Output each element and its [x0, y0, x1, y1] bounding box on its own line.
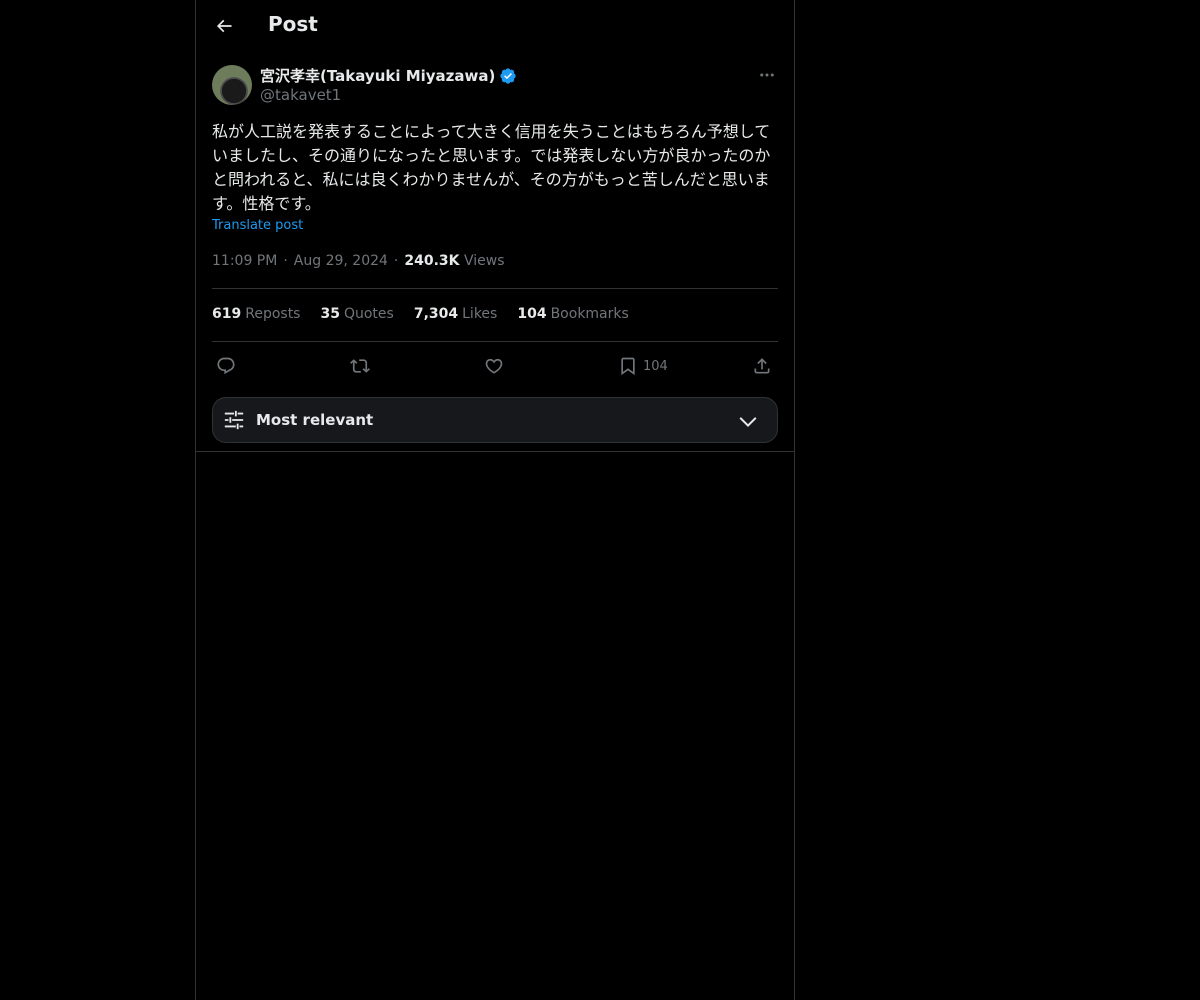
- repost-button[interactable]: [350, 353, 370, 379]
- sort-label: Most relevant: [256, 411, 374, 429]
- more-dots-icon: [760, 73, 774, 77]
- views-label: Views: [463, 253, 505, 269]
- stat-likes[interactable]: 7,304 Likes: [414, 306, 498, 322]
- page-header: Post: [196, 0, 794, 54]
- action-bar: 104: [212, 353, 778, 379]
- author-display-name[interactable]: 宮沢孝幸(Takayuki Miyazawa): [260, 65, 495, 86]
- stat-label: Quotes: [343, 306, 394, 322]
- share-button[interactable]: [752, 353, 772, 379]
- divider: [212, 288, 778, 289]
- verified-badge-icon[interactable]: [499, 67, 517, 85]
- page-title: Post: [268, 12, 318, 36]
- views-count: 240.3K: [404, 253, 460, 269]
- stat-label: Bookmarks: [550, 306, 629, 322]
- stat-count: 619: [212, 306, 242, 322]
- post-date[interactable]: Aug 29, 2024: [294, 253, 388, 269]
- share-icon: [754, 358, 770, 374]
- arrow-left-icon: [216, 19, 232, 33]
- divider: [212, 341, 778, 342]
- author-name-row[interactable]: 宮沢孝幸(Takayuki Miyazawa): [260, 65, 517, 86]
- post-time[interactable]: 11:09 PM: [212, 253, 277, 269]
- stat-count: 104: [517, 306, 547, 322]
- post-meta: 11:09 PM · Aug 29, 2024 · 240.3K Views: [212, 253, 505, 269]
- translate-post-link[interactable]: Translate post: [212, 218, 303, 233]
- stat-label: Reposts: [245, 306, 301, 322]
- stat-count: 7,304: [413, 306, 459, 322]
- avatar[interactable]: [212, 65, 252, 105]
- meta-separator: ·: [393, 253, 399, 269]
- chevron-down-icon: [739, 417, 757, 428]
- divider: [196, 451, 794, 452]
- post-text: 私が人工説を発表することによって大きく信用を失うことはもちろん予想していましたし…: [212, 122, 771, 213]
- bookmark-icon: [621, 357, 635, 376]
- reply-icon: [217, 357, 235, 375]
- stat-label: Likes: [462, 306, 498, 322]
- heart-icon: [485, 358, 503, 374]
- repost-icon: [350, 359, 370, 373]
- stat-bookmarks[interactable]: 104 Bookmarks: [517, 306, 628, 322]
- stat-quotes[interactable]: 35 Quotes: [320, 306, 393, 322]
- like-button[interactable]: [484, 353, 504, 379]
- sliders-icon: [224, 410, 244, 430]
- meta-separator: ·: [283, 253, 288, 269]
- author-handle[interactable]: @takavet1: [260, 86, 341, 104]
- bookmark-count: 104: [643, 358, 668, 374]
- more-options-button[interactable]: [756, 64, 778, 86]
- main-column: Post 宮沢孝幸(Takayuki Miyazawa) @takavet1 私…: [195, 0, 795, 1000]
- post-stats: 619 Reposts 35 Quotes 7,304 Likes 104 Bookma…: [212, 306, 629, 322]
- bookmark-button[interactable]: 104: [618, 353, 668, 379]
- back-button[interactable]: [207, 9, 241, 43]
- stat-reposts[interactable]: 619 Reposts: [212, 306, 300, 322]
- stat-count: 35: [320, 306, 340, 322]
- reply-button[interactable]: [216, 353, 236, 379]
- sort-replies-dropdown[interactable]: Most relevant: [212, 397, 778, 443]
